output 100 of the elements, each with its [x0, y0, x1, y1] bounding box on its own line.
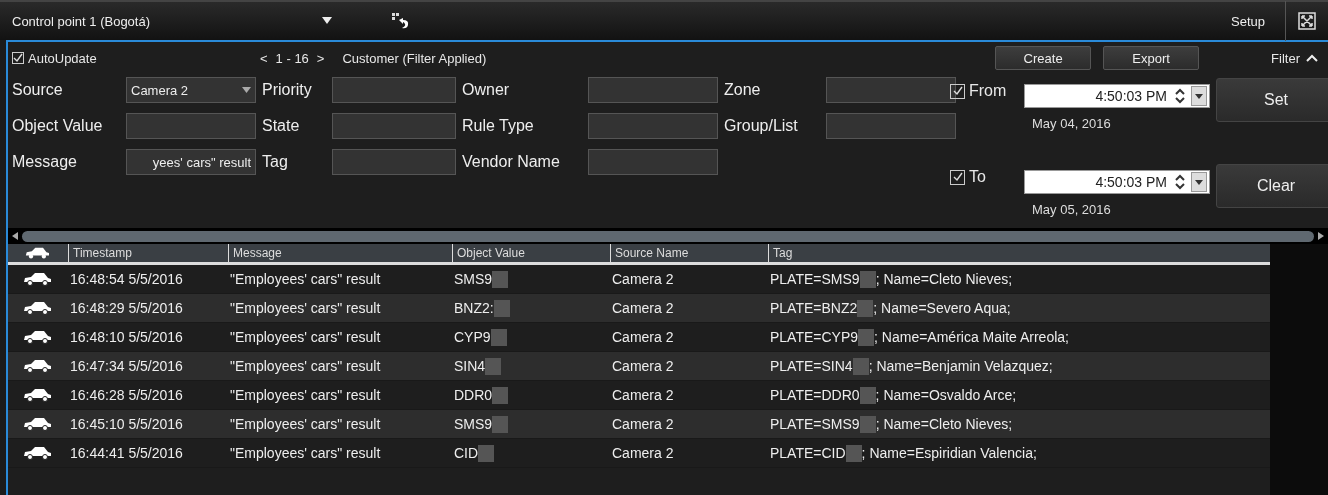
field-label: Message [12, 153, 78, 171]
column-header[interactable]: Source Name [610, 244, 768, 262]
date-checkbox[interactable] [950, 83, 965, 99]
table-cell: BNZ2: [454, 300, 494, 316]
toolbar-button[interactable]: Create [995, 46, 1092, 70]
previous-page-link[interactable]: < [260, 50, 268, 66]
field-label: Owner [462, 81, 511, 99]
redaction-block [492, 270, 509, 288]
redaction-block [859, 415, 876, 433]
page-range: 1 - 16 [275, 50, 309, 66]
time-picker[interactable]: 4:50:03 PM [1024, 170, 1210, 194]
redaction-block [859, 270, 876, 288]
autoupdate-checkbox[interactable] [12, 52, 24, 64]
redaction-block [859, 386, 876, 404]
table-cell-text: "Employees' cars" result [229, 358, 382, 374]
action-button[interactable]: Clear [1216, 164, 1328, 208]
date-text: May 05, 2016 [1032, 202, 1112, 217]
input-field[interactable] [332, 149, 456, 175]
car-icon [22, 301, 52, 315]
caret-icon[interactable] [1195, 179, 1203, 185]
input-field[interactable]: yees' cars" result [126, 149, 256, 175]
table-cell: PLATE=SMS9 [770, 416, 860, 432]
table-cell: PLATE=SIN4 [770, 358, 853, 374]
redaction-block [492, 386, 509, 404]
spin-icon[interactable] [1175, 174, 1185, 190]
input-field[interactable] [332, 77, 456, 103]
input-field[interactable] [588, 113, 718, 139]
redaction-block [845, 444, 862, 462]
field-label: Rule Type [462, 117, 535, 135]
action-button[interactable]: Set [1216, 78, 1328, 122]
table-cell-text: Camera 2 [611, 358, 675, 374]
table-cell-text: Camera 2 [611, 329, 675, 345]
car-icon [22, 388, 52, 402]
table-cell: ; Name=Osvaldo Arce; [875, 387, 1017, 403]
scrollbar-track[interactable] [1270, 244, 1328, 495]
table-cell: SMS9 [454, 271, 493, 287]
input-field[interactable] [826, 113, 956, 139]
toolbar-button[interactable]: Export [1103, 46, 1200, 70]
redaction-block [857, 299, 874, 317]
redaction-block [493, 299, 510, 317]
column-header[interactable]: Timestamp [68, 244, 228, 262]
table-cell: PLATE=BNZ2 [770, 300, 858, 316]
table-cell-text: "Employees' cars" result [229, 329, 382, 345]
field-label: State [262, 117, 301, 135]
column-header[interactable]: Object Value [452, 244, 610, 262]
table-cell: ; Name=Espiridian Valencia; [861, 445, 1037, 461]
field-label: Group/List [724, 117, 799, 135]
input-field[interactable] [588, 77, 718, 103]
fullscreen-icon[interactable] [1298, 12, 1316, 30]
input-field[interactable] [126, 113, 256, 139]
column-header[interactable]: Tag [768, 244, 1268, 262]
column-header[interactable]: Message [228, 244, 452, 262]
caret-icon[interactable] [242, 87, 251, 93]
table-cell: ; Name=Severo Aqua; [873, 300, 1011, 316]
car-icon [22, 446, 52, 460]
table-cell: CYP9 [454, 329, 491, 345]
table-cell: PLATE=CYP9 [770, 329, 859, 345]
filter-toggle[interactable]: Filter [1271, 50, 1300, 66]
table-cell-text: "Employees' cars" result [229, 300, 382, 316]
table-cell-text: Camera 2 [611, 387, 675, 403]
field-label: Zone [724, 81, 762, 99]
table-cell-text: 16:44:41 5/5/2016 [69, 445, 184, 461]
redaction-block [478, 444, 495, 462]
scroll-left-icon[interactable] [12, 232, 18, 240]
autoupdate-label: AutoUpdate [28, 50, 98, 66]
table-cell-text: "Employees' cars" result [229, 387, 382, 403]
table-cell-text: Camera 2 [611, 271, 675, 287]
table-cell: ; Name=América Maite Arreola; [874, 329, 1069, 345]
table-cell: SMS9 [454, 416, 493, 432]
table-cell: SIN4 [454, 358, 486, 374]
table-cell-text: 16:48:10 5/5/2016 [69, 329, 184, 345]
car-icon [22, 417, 52, 431]
input-field[interactable] [826, 77, 956, 103]
table-cell-text: Camera 2 [611, 445, 675, 461]
table-cell-text: 16:48:54 5/5/2016 [69, 271, 184, 287]
table-cell: DDR0 [454, 387, 493, 403]
table-cell: ; Name=Cleto Nieves; [875, 416, 1013, 432]
input-field[interactable] [588, 149, 718, 175]
undo-icon[interactable] [392, 13, 410, 29]
table-cell-text: 16:47:34 5/5/2016 [69, 358, 184, 374]
field-label: Tag [262, 153, 289, 171]
field-label: Source [12, 81, 64, 99]
source-dropdown[interactable]: Camera 2 [126, 77, 256, 103]
table-cell-text: Camera 2 [611, 300, 675, 316]
field-label: Priority [262, 81, 313, 99]
scrollbar-thumb[interactable] [22, 230, 1314, 242]
table-cell: PLATE=DDR0 [770, 387, 860, 403]
dropdown-caret-icon[interactable] [322, 17, 332, 25]
scroll-right-icon[interactable] [1318, 232, 1324, 240]
table-cell: ; Name=Benjamin Velazquez; [868, 358, 1053, 374]
table-cell-text: 16:48:29 5/5/2016 [69, 300, 184, 316]
filter-name: Customer (Filter Applied) [342, 50, 487, 66]
table-cell-text: "Employees' cars" result [229, 416, 382, 432]
collapse-icon[interactable] [1306, 54, 1318, 62]
caret-icon[interactable] [1195, 93, 1203, 99]
next-page-link[interactable]: > [316, 50, 325, 66]
input-field[interactable] [332, 113, 456, 139]
spin-icon[interactable] [1175, 88, 1185, 104]
date-checkbox[interactable] [950, 169, 965, 185]
time-picker[interactable]: 4:50:03 PM [1024, 84, 1210, 108]
